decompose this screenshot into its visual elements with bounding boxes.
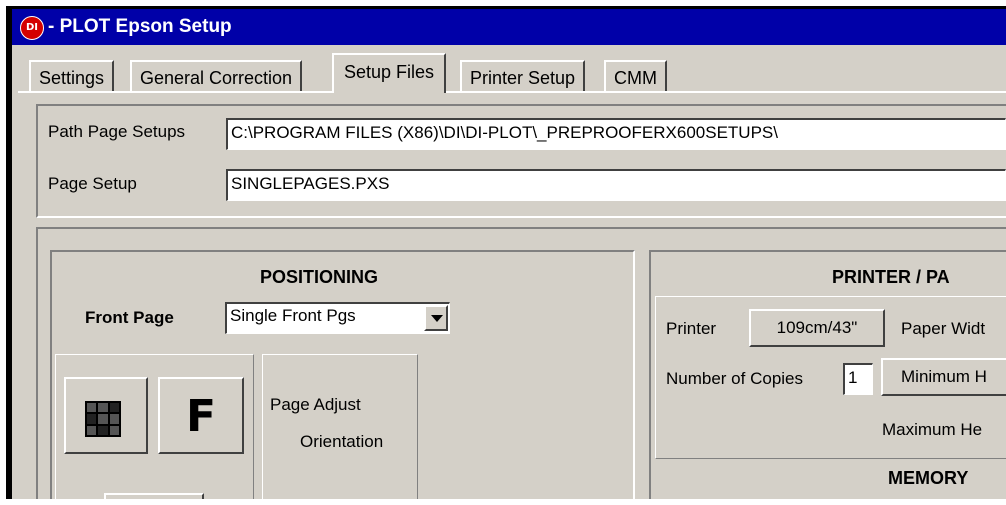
positioning-heading: POSITIONING <box>260 267 379 287</box>
grid-icon <box>85 401 121 437</box>
page-setup-field[interactable]: SINGLEPAGES.PXS <box>226 169 1006 201</box>
minimum-height-button[interactable]: Minimum H <box>881 358 1006 396</box>
tab-settings[interactable]: Settings <box>29 60 115 92</box>
front-page-f-button[interactable]: F <box>158 377 244 454</box>
memory-heading: MEMORY <box>888 468 969 488</box>
window-title: - PLOT Epson Setup <box>48 16 232 37</box>
printer-size-button[interactable]: 109cm/43" <box>749 309 885 347</box>
tab-general-correction[interactable]: General Correction <box>130 60 303 92</box>
f-letter-icon: F <box>185 391 217 442</box>
dialog-body: Settings General Correction Setup Files … <box>12 45 1006 499</box>
title-bar[interactable]: DI - PLOT Epson Setup <box>12 9 1006 45</box>
app-logo-icon: DI <box>20 16 44 40</box>
tab-printer-setup[interactable]: Printer Setup <box>460 60 586 92</box>
page-adjust-area <box>262 354 418 499</box>
grid-layout-button[interactable] <box>64 377 148 454</box>
path-page-setups-label: Path Page Setups <box>48 122 186 141</box>
tab-panel-border <box>18 91 1006 93</box>
lower-button[interactable] <box>104 493 204 499</box>
paper-width-label: Paper Widt <box>901 319 986 338</box>
page-setup-label: Page Setup <box>48 174 137 193</box>
front-page-select[interactable]: Single Front Pgs <box>225 302 450 334</box>
orientation-label: Orientation <box>300 432 384 451</box>
tab-cmm[interactable]: CMM <box>604 60 667 92</box>
page-adjust-label: Page Adjust <box>270 395 361 414</box>
number-of-copies-field[interactable]: 1 <box>843 363 873 395</box>
front-page-label: Front Page <box>85 308 174 327</box>
number-of-copies-label: Number of Copies <box>666 369 804 388</box>
tab-setup-files[interactable]: Setup Files <box>332 53 447 93</box>
path-page-setups-field[interactable]: C:\PROGRAM FILES (X86)\DI\DI-PLOT\_PREPR… <box>226 118 1006 150</box>
front-page-select-value: Single Front Pgs <box>230 306 356 325</box>
dropdown-arrow-icon[interactable] <box>424 305 448 331</box>
printer-label: Printer <box>666 319 717 338</box>
printer-paper-heading: PRINTER / PA <box>832 267 950 287</box>
maximum-height-label: Maximum He <box>882 420 983 439</box>
